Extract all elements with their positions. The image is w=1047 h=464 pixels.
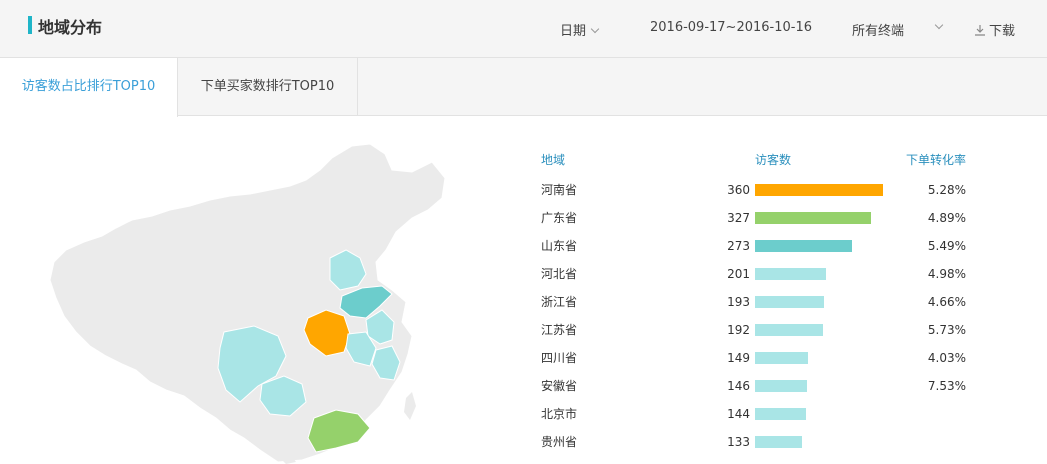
- region-name: 山东省: [541, 239, 578, 253]
- conversion-rate: 4.89%: [927, 211, 966, 225]
- terminal-select[interactable]: 所有终端: [852, 20, 904, 39]
- visitor-bar: [755, 296, 824, 308]
- chevron-down-icon[interactable]: [934, 20, 944, 30]
- region-name: 河北省: [541, 267, 578, 281]
- visitor-count: 327: [727, 211, 750, 225]
- date-label: 日期: [560, 24, 587, 39]
- date-picker-button[interactable]: 日期: [560, 20, 600, 39]
- region-name: 浙江省: [541, 295, 578, 309]
- map-base-taiwan: [404, 392, 416, 420]
- visitor-bar: [755, 408, 806, 420]
- download-icon: [975, 25, 985, 36]
- download-button[interactable]: 下载: [974, 20, 1015, 39]
- visitor-count: 192: [727, 323, 750, 337]
- date-range-text[interactable]: 2016-09-17~2016-10-16: [650, 20, 812, 35]
- column-header-region: 地域: [541, 153, 566, 167]
- visitor-bar: [755, 268, 826, 280]
- region-name: 江苏省: [541, 323, 578, 337]
- page-header: 地域分布 日期 2016-09-17~2016-10-16 所有终端 下载: [0, 0, 1047, 58]
- chevron-down-icon: [590, 24, 600, 34]
- download-label: 下载: [989, 24, 1016, 39]
- china-map: [49, 143, 446, 464]
- region-name: 北京市: [541, 407, 578, 421]
- visitor-bar: [755, 212, 871, 224]
- visitor-count: 133: [727, 435, 750, 449]
- conversion-rate: 5.28%: [927, 183, 966, 197]
- map-base-region: [49, 143, 446, 463]
- visitor-count: 146: [727, 379, 750, 393]
- region-name: 广东省: [541, 211, 578, 225]
- conversion-rate: 5.73%: [927, 323, 966, 337]
- visitor-count: 273: [727, 239, 750, 253]
- region-name: 贵州省: [541, 435, 578, 449]
- visitor-count: 144: [727, 407, 750, 421]
- tab-visitors-top10[interactable]: 访客数占比排行TOP10: [0, 58, 178, 117]
- conversion-rate: 4.66%: [927, 295, 966, 309]
- visitor-bar: [755, 184, 883, 196]
- conversion-rate: 5.49%: [927, 239, 966, 253]
- tab-bar: 访客数占比排行TOP10 下单买家数排行TOP10: [0, 58, 1047, 117]
- conversion-rate: 7.53%: [927, 379, 966, 393]
- visitor-bar: [755, 352, 808, 364]
- visitor-bar: [755, 324, 823, 336]
- region-name: 四川省: [541, 351, 578, 365]
- region-name: 安徽省: [541, 379, 578, 393]
- visitor-bar: [755, 240, 852, 252]
- visitor-count: 201: [727, 267, 750, 281]
- column-header-visitors: 访客数: [755, 153, 792, 167]
- column-header-conversion-rate: 下单转化率: [906, 153, 967, 167]
- visitor-bar: [755, 436, 802, 448]
- visitor-count: 360: [727, 183, 750, 197]
- visitor-count: 149: [727, 351, 750, 365]
- visitor-count: 193: [727, 295, 750, 309]
- conversion-rate: 4.98%: [927, 267, 966, 281]
- region-name: 河南省: [541, 183, 578, 197]
- conversion-rate: 4.03%: [927, 351, 966, 365]
- tab-orders-top10[interactable]: 下单买家数排行TOP10: [178, 58, 358, 116]
- visitor-bar: [755, 380, 807, 392]
- title-accent-bar: [28, 16, 32, 34]
- page-title: 地域分布: [38, 18, 103, 37]
